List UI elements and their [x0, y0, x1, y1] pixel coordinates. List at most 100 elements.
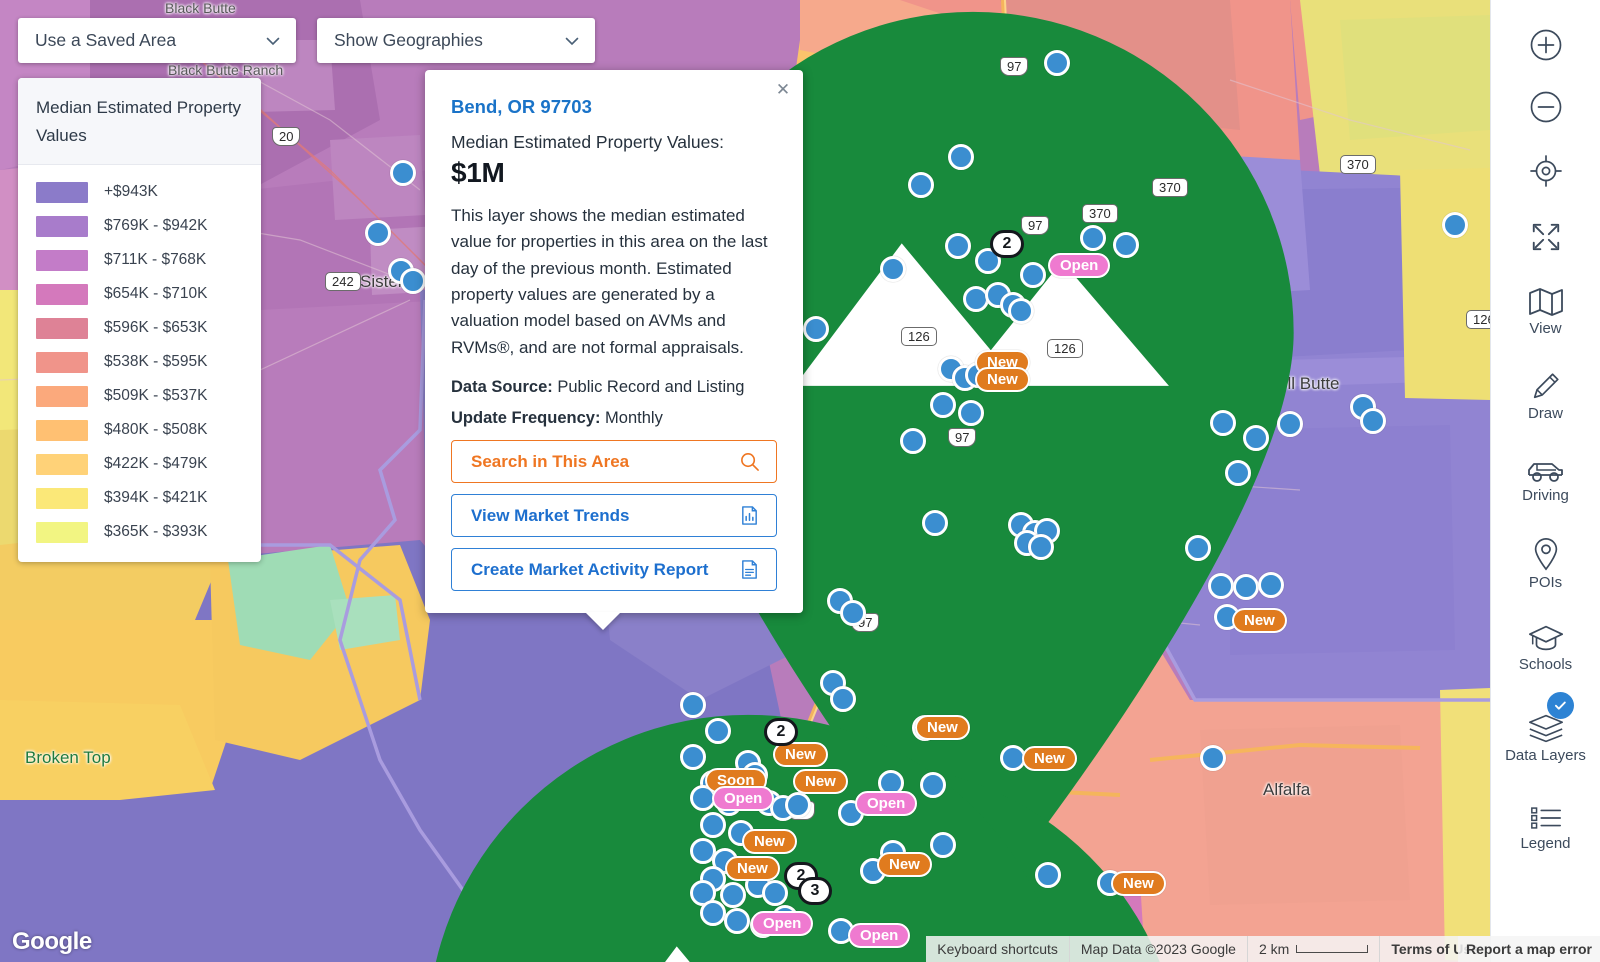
- listing-marker[interactable]: [1044, 50, 1070, 76]
- sidebar-item-schools[interactable]: Schools: [1491, 606, 1600, 690]
- fullscreen-button[interactable]: [1491, 204, 1600, 270]
- saved-area-label: Use a Saved Area: [35, 30, 177, 50]
- listing-marker[interactable]: [1200, 745, 1226, 771]
- create-market-activity-report-label: Create Market Activity Report: [471, 559, 709, 579]
- minus-circle-icon: [1529, 90, 1563, 124]
- sidebar-item-driving[interactable]: Driving: [1491, 438, 1600, 522]
- sidebar-item-draw[interactable]: Draw: [1491, 354, 1600, 438]
- close-icon[interactable]: ✕: [773, 79, 793, 99]
- listing-status-pill[interactable]: Open: [848, 923, 911, 948]
- listing-marker[interactable]: [680, 744, 706, 770]
- listing-marker[interactable]: [1243, 425, 1269, 451]
- keyboard-shortcuts-link[interactable]: Keyboard shortcuts: [926, 936, 1069, 962]
- listing-marker[interactable]: [1080, 225, 1106, 251]
- listing-marker[interactable]: [762, 880, 788, 906]
- listing-marker[interactable]: [900, 428, 926, 454]
- listing-marker[interactable]: [720, 882, 746, 908]
- legend-item-label: $711K - $768K: [104, 251, 207, 269]
- listing-marker[interactable]: [830, 686, 856, 712]
- listing-status-pill[interactable]: New: [1232, 608, 1287, 633]
- listing-marker[interactable]: [400, 268, 426, 294]
- listing-marker[interactable]: [724, 908, 750, 934]
- zoom-out-button[interactable]: [1491, 76, 1600, 138]
- popup-location-link[interactable]: Bend, OR 97703: [451, 96, 777, 118]
- legend-item-label: $538K - $595K: [104, 353, 208, 371]
- legend-item-label: $365K - $393K: [104, 523, 208, 541]
- listing-status-pill[interactable]: Open: [855, 791, 918, 816]
- search-in-this-area-button[interactable]: Search in This Area: [451, 440, 777, 484]
- listing-marker[interactable]: [1008, 298, 1034, 324]
- listing-marker[interactable]: [1210, 410, 1236, 436]
- create-market-activity-report-button[interactable]: Create Market Activity Report: [451, 548, 777, 592]
- legend-items: +$943K $769K - $942K $711K - $768K $654K - …: [18, 165, 261, 562]
- sidebar-item-view[interactable]: View: [1491, 270, 1600, 354]
- listing-status-pill[interactable]: New: [725, 856, 780, 881]
- listing-marker[interactable]: [1258, 572, 1284, 598]
- listing-marker[interactable]: [922, 510, 948, 536]
- graduation-cap-icon: [1527, 623, 1565, 653]
- listing-marker[interactable]: [945, 233, 971, 259]
- listing-status-pill[interactable]: New: [975, 367, 1030, 392]
- listing-marker[interactable]: [700, 812, 726, 838]
- chevron-down-icon: [563, 32, 581, 50]
- listing-status-pill[interactable]: Open: [751, 911, 814, 936]
- legend-item: $394K - $421K: [18, 481, 261, 515]
- listing-marker[interactable]: [840, 600, 866, 626]
- listing-marker[interactable]: [920, 772, 946, 798]
- listing-marker[interactable]: [803, 316, 829, 342]
- listing-marker[interactable]: [1277, 411, 1303, 437]
- listing-marker[interactable]: [1020, 262, 1046, 288]
- listing-status-pill[interactable]: New: [793, 769, 848, 794]
- marker-cluster[interactable]: 3: [798, 877, 832, 905]
- locate-me-button[interactable]: [1491, 138, 1600, 204]
- listing-marker[interactable]: [785, 792, 811, 818]
- show-geographies-dropdown[interactable]: Show Geographies: [317, 18, 595, 63]
- popup-description: This layer shows the median estimated va…: [451, 205, 768, 357]
- check-icon: [1547, 692, 1574, 719]
- google-logo: Google: [12, 928, 92, 955]
- listing-marker[interactable]: [958, 400, 984, 426]
- listing-status-pill[interactable]: New: [1022, 746, 1077, 771]
- listing-status-pill[interactable]: New: [915, 715, 970, 740]
- listing-status-pill[interactable]: New: [877, 852, 932, 877]
- zoom-in-button[interactable]: [1491, 14, 1600, 76]
- listing-marker[interactable]: [680, 692, 706, 718]
- listing-status-pill[interactable]: New: [742, 829, 797, 854]
- listing-marker[interactable]: [948, 144, 974, 170]
- listing-status-pill[interactable]: Open: [1048, 253, 1111, 278]
- listing-marker[interactable]: [930, 392, 956, 418]
- marker-cluster[interactable]: 2: [764, 718, 798, 746]
- listing-marker[interactable]: [1360, 408, 1386, 434]
- listing-marker[interactable]: [700, 900, 726, 926]
- listing-marker[interactable]: [1035, 862, 1061, 888]
- view-market-trends-button[interactable]: View Market Trends: [451, 494, 777, 538]
- listing-marker[interactable]: [930, 832, 956, 858]
- listing-marker[interactable]: [390, 160, 416, 186]
- listing-marker[interactable]: [365, 220, 391, 246]
- legend-swatch: [36, 521, 88, 543]
- listing-marker[interactable]: [1442, 212, 1468, 238]
- listing-marker[interactable]: [1225, 460, 1251, 486]
- listing-marker[interactable]: [1185, 535, 1211, 561]
- chevron-down-icon: [264, 32, 282, 50]
- listing-marker[interactable]: [1028, 534, 1054, 560]
- marker-cluster[interactable]: 2: [990, 230, 1024, 258]
- sidebar-item-pois[interactable]: POIs: [1491, 522, 1600, 606]
- highway-shield: 126: [1047, 339, 1083, 358]
- saved-area-dropdown[interactable]: Use a Saved Area: [18, 18, 296, 63]
- listing-marker[interactable]: [1208, 573, 1234, 599]
- listing-status-pill[interactable]: New: [1111, 871, 1166, 896]
- sidebar-item-legend-label: Legend: [1520, 834, 1571, 852]
- highway-shield: 370: [1340, 155, 1376, 174]
- data-source-label: Data Source:: [451, 377, 553, 396]
- sidebar-item-legend[interactable]: Legend: [1491, 786, 1600, 870]
- listing-marker[interactable]: [880, 256, 906, 282]
- listing-marker[interactable]: [1233, 574, 1259, 600]
- listing-marker[interactable]: [705, 718, 731, 744]
- report-map-error-link[interactable]: Report a map error: [1457, 936, 1600, 962]
- listing-marker[interactable]: [908, 172, 934, 198]
- highway-shield: 97: [948, 428, 977, 447]
- listing-status-pill[interactable]: Open: [712, 786, 775, 811]
- listing-marker[interactable]: [1113, 232, 1139, 258]
- sidebar-item-data-layers[interactable]: Data Layers: [1491, 690, 1600, 786]
